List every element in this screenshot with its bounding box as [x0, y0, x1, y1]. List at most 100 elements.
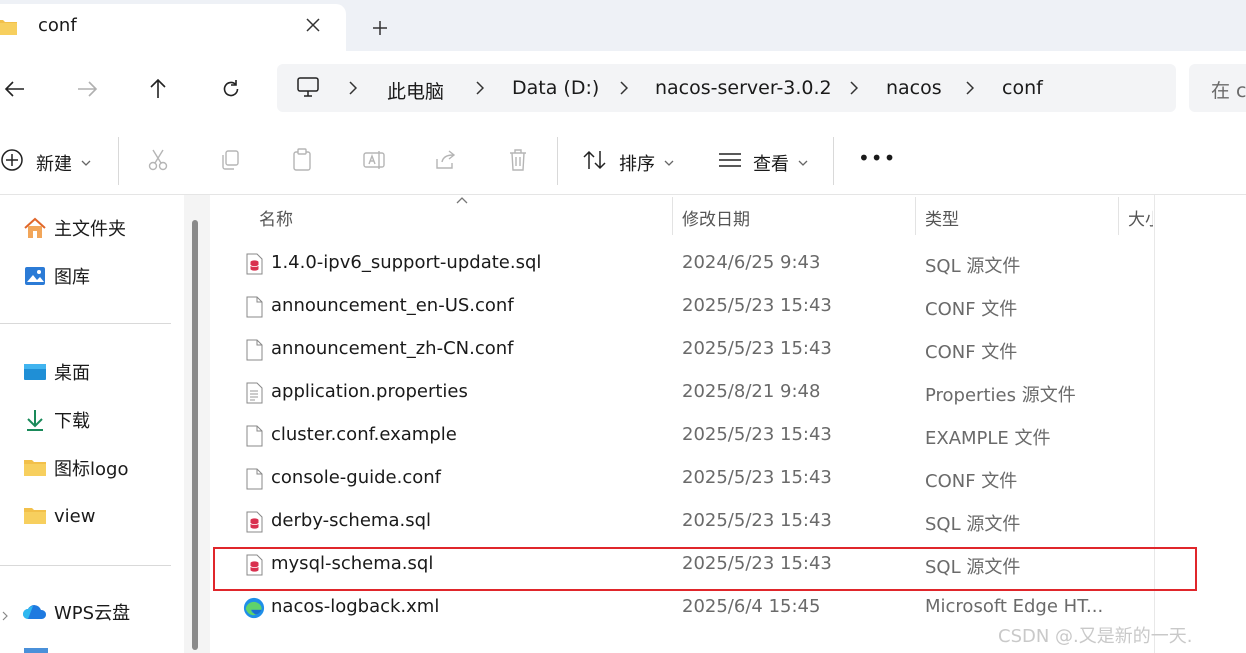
file-type: EXAMPLE 文件 — [925, 428, 1051, 449]
breadcrumb-nacos[interactable]: nacos — [886, 77, 942, 99]
sidebar-item-gallery[interactable]: 图库 — [22, 262, 90, 290]
search-placeholder: 在 c — [1211, 80, 1246, 102]
file-icon — [243, 423, 265, 449]
file-icon — [243, 466, 265, 492]
watermark-text: CSDN @.又是新的一天. — [998, 626, 1193, 647]
chevron-right-icon[interactable] — [473, 78, 487, 98]
sidebar-item-home[interactable]: 主文件夹 — [22, 214, 126, 242]
copy-icon[interactable] — [216, 146, 244, 174]
sidebar-scrollbar-thumb[interactable] — [192, 220, 198, 650]
file-name: announcement_en-US.conf — [271, 295, 514, 316]
folder-icon — [22, 456, 48, 480]
share-icon[interactable] — [432, 146, 460, 174]
file-row[interactable]: announcement_en-US.conf 2025/5/23 15:43 … — [210, 285, 1154, 328]
file-type: Properties 源文件 — [925, 385, 1076, 406]
sidebar-item-downloads[interactable]: 下载 — [22, 406, 90, 434]
computer-icon — [296, 76, 322, 100]
column-header-name[interactable]: 名称 — [259, 205, 293, 230]
file-type: SQL 源文件 — [925, 514, 1021, 535]
new-button[interactable]: 新建 — [36, 150, 72, 176]
sidebar-item-label: 下载 — [54, 411, 90, 432]
text-file-icon — [243, 380, 265, 406]
chevron-right-icon[interactable] — [617, 78, 631, 98]
breadcrumb-nacos-server[interactable]: nacos-server-3.0.2 — [655, 77, 832, 99]
sidebar-item-view-folder[interactable]: view — [22, 502, 95, 530]
chevron-down-icon[interactable] — [81, 152, 93, 166]
file-type: Microsoft Edge HT... — [925, 596, 1104, 617]
column-divider[interactable] — [1118, 197, 1119, 235]
sidebar-item-logo-folder[interactable]: 图标logo — [22, 454, 128, 482]
file-row[interactable]: 1.4.0-ipv6_support-update.sql 2024/6/25 … — [210, 242, 1154, 285]
file-type: CONF 文件 — [925, 342, 1018, 363]
breadcrumb-this-pc[interactable]: 此电脑 — [387, 77, 444, 104]
download-icon — [22, 408, 48, 432]
close-tab-icon[interactable] — [302, 14, 324, 36]
sql-file-icon — [243, 251, 265, 277]
view-button[interactable]: 查看 — [753, 150, 789, 176]
sql-file-icon — [243, 509, 265, 535]
tab-title: conf — [38, 15, 77, 36]
file-date-modified: 2025/5/23 15:43 — [682, 510, 832, 531]
up-arrow-icon[interactable] — [143, 74, 173, 104]
file-date-modified: 2025/6/4 15:45 — [682, 596, 821, 617]
file-row[interactable]: application.properties 2025/8/21 9:48 Pr… — [210, 371, 1154, 414]
refresh-icon[interactable] — [216, 74, 246, 104]
edge-icon — [243, 595, 265, 621]
folder-icon — [0, 18, 18, 36]
file-date-modified: 2025/8/21 9:48 — [682, 381, 821, 402]
file-name: application.properties — [271, 381, 468, 402]
sidebar-divider — [0, 565, 171, 566]
chevron-right-icon[interactable] — [847, 78, 861, 98]
column-header-type[interactable]: 类型 — [925, 205, 959, 230]
sort-icon[interactable] — [581, 146, 609, 174]
view-icon[interactable] — [716, 146, 744, 174]
chevron-right-icon[interactable] — [346, 78, 360, 98]
file-row[interactable]: console-guide.conf 2025/5/23 15:43 CONF … — [210, 457, 1154, 500]
file-name: cluster.conf.example — [271, 424, 457, 445]
file-name: derby-schema.sql — [271, 510, 432, 531]
file-type: CONF 文件 — [925, 299, 1018, 320]
back-arrow-icon[interactable] — [0, 74, 30, 104]
column-header-size-clip: 大小 — [1128, 205, 1153, 229]
expand-chevron-icon[interactable] — [2, 606, 10, 621]
file-date-modified: 2025/5/23 15:43 — [682, 295, 832, 316]
column-divider[interactable] — [672, 197, 673, 235]
file-row[interactable]: announcement_zh-CN.conf 2025/5/23 15:43 … — [210, 328, 1154, 371]
chevron-down-icon[interactable] — [664, 152, 676, 166]
column-header-date-modified[interactable]: 修改日期 — [682, 205, 750, 230]
sidebar-item-label: view — [54, 505, 96, 527]
folder-icon — [22, 504, 48, 528]
sidebar-divider — [0, 323, 171, 324]
breadcrumb-conf[interactable]: conf — [1002, 77, 1043, 99]
cloud-icon — [22, 600, 48, 624]
file-icon — [243, 294, 265, 320]
toolbar-divider — [557, 137, 558, 185]
breadcrumb-data-d[interactable]: Data (D:) — [512, 77, 599, 99]
cut-icon[interactable] — [144, 146, 172, 174]
column-header-size[interactable]: 大小 — [1128, 205, 1153, 229]
sidebar-item-label: WPS云盘 — [54, 603, 131, 624]
sidebar-item-label: 主文件夹 — [54, 219, 126, 240]
toolbar-divider — [118, 137, 119, 185]
new-tab-icon[interactable] — [366, 14, 394, 42]
new-icon[interactable] — [0, 146, 26, 174]
delete-icon[interactable] — [504, 146, 532, 174]
toolbar-divider — [833, 137, 834, 185]
forward-arrow-icon[interactable] — [72, 74, 102, 104]
annotation-highlight-box — [213, 547, 1197, 591]
column-divider[interactable] — [915, 197, 916, 235]
file-name: announcement_zh-CN.conf — [271, 338, 514, 359]
desktop-icon — [22, 360, 48, 384]
chevron-down-icon[interactable] — [798, 152, 810, 166]
file-row[interactable]: cluster.conf.example 2025/5/23 15:43 EXA… — [210, 414, 1154, 457]
file-row[interactable]: derby-schema.sql 2025/5/23 15:43 SQL 源文件 — [210, 500, 1154, 543]
sidebar-item-label: 图标logo — [54, 459, 129, 480]
rename-icon[interactable] — [360, 146, 388, 174]
chevron-right-icon[interactable] — [963, 78, 977, 98]
paste-icon[interactable] — [288, 146, 316, 174]
sidebar-item-wps-cloud[interactable]: WPS云盘 — [22, 598, 130, 626]
more-options-button[interactable]: ••• — [858, 146, 896, 170]
sort-button[interactable]: 排序 — [619, 150, 655, 176]
sidebar-item-label: 图库 — [54, 267, 90, 288]
sidebar-item-desktop[interactable]: 桌面 — [22, 358, 90, 386]
